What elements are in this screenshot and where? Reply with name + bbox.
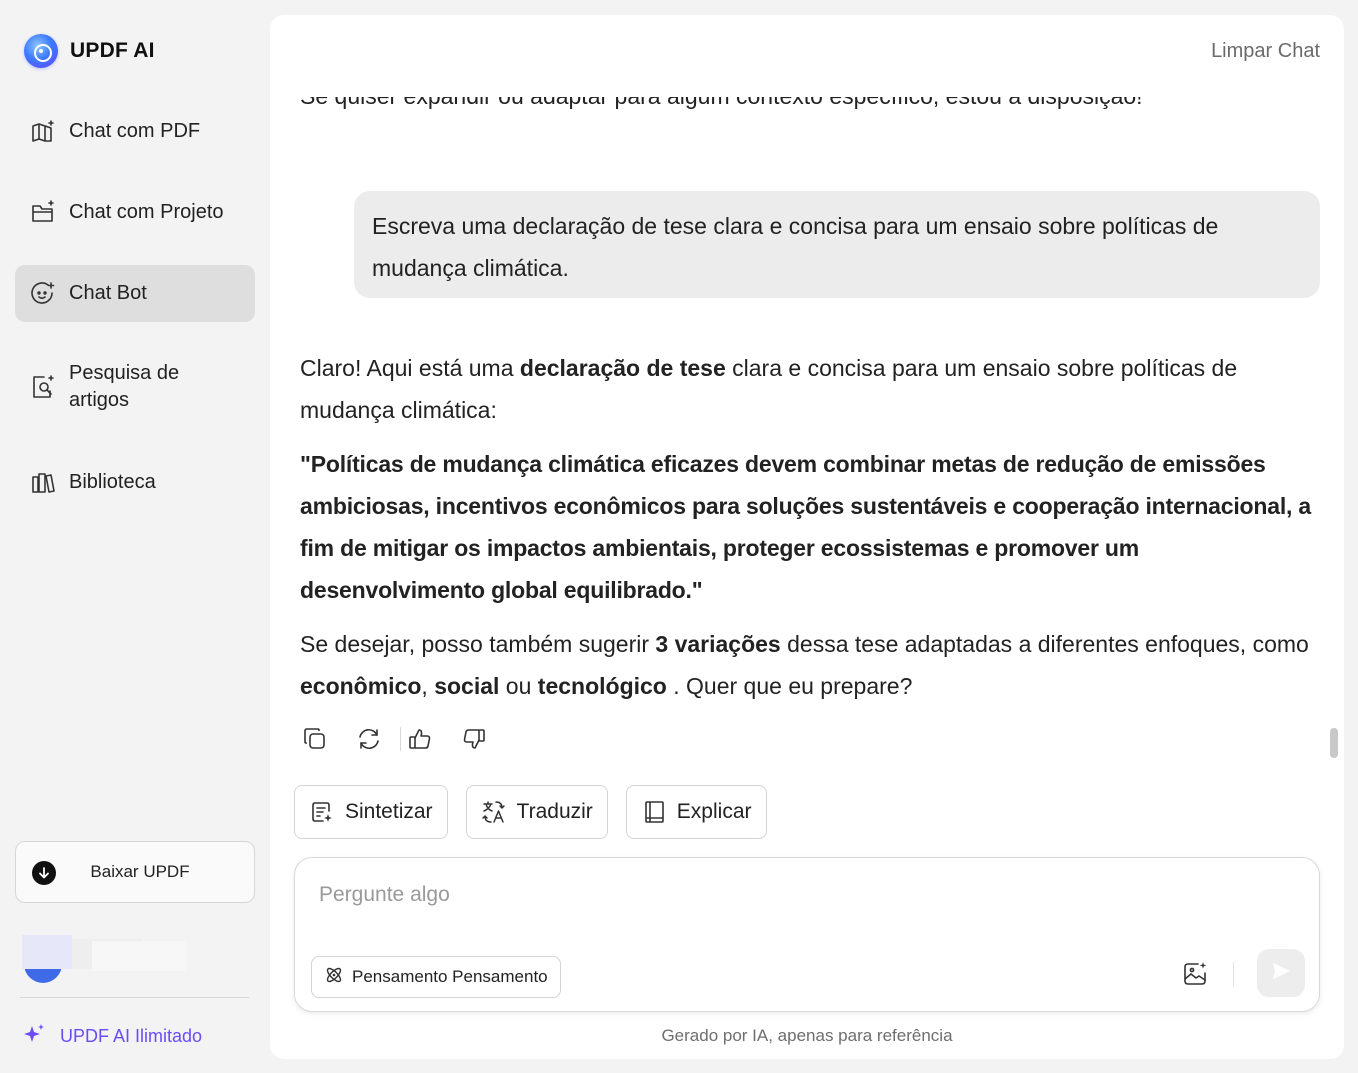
answer-text: Claro! Aqui está uma <box>300 355 520 381</box>
scrollbar-thumb[interactable] <box>1330 728 1338 758</box>
copy-icon[interactable] <box>300 724 330 754</box>
regenerate-icon[interactable] <box>354 724 384 754</box>
updf-ai-logo-icon <box>24 34 58 68</box>
redacted-user-info <box>92 941 187 971</box>
atom-icon <box>324 965 344 990</box>
chat-panel: Limpar Chat Se quiser expandir ou adapta… <box>270 15 1344 1059</box>
user-account[interactable] <box>22 935 187 983</box>
sidebar-item-pesquisa-de-artigos[interactable]: Pesquisa de artigos <box>15 346 255 428</box>
translate-label: Traduzir <box>516 800 593 823</box>
sparkle-icon <box>22 1022 46 1051</box>
book-icon <box>641 799 667 825</box>
answer-text: dessa tese adaptadas a diferentes enfoqu… <box>780 631 1309 657</box>
clear-chat-button[interactable]: Limpar Chat <box>1211 40 1320 63</box>
library-icon <box>29 469 57 497</box>
actions-divider <box>400 727 401 751</box>
answer-text: , <box>421 673 435 699</box>
updf-ai-unlimited-link[interactable]: UPDF AI Ilimitado <box>22 1022 202 1051</box>
explain-button[interactable]: Explicar <box>625 785 767 839</box>
user-message-text: Escreva uma declaração de tese clara e c… <box>372 213 1219 281</box>
user-message-bubble: Escreva uma declaração de tese clara e c… <box>354 191 1320 298</box>
sidebar-item-label: Chat Bot <box>69 282 147 304</box>
summarize-label: Sintetizar <box>345 800 433 823</box>
answer-text: Se desejar, posso também sugerir <box>300 631 656 657</box>
image-generate-icon[interactable] <box>1179 958 1211 990</box>
composer-divider <box>1233 962 1234 986</box>
thesis-statement: "Políticas de mudança climática eficazes… <box>300 451 1312 603</box>
thinking-toggle-button[interactable]: Pensamento Pensamento <box>311 956 561 998</box>
assistant-message: Claro! Aqui está uma declaração de tese … <box>300 347 1320 707</box>
sidebar: UPDF AI Chat com PDF Chat com Projeto Ch… <box>0 0 270 1073</box>
answer-text: ou <box>499 673 538 699</box>
book-sparkle-icon <box>29 118 57 146</box>
message-composer: Pensamento Pensamento <box>294 857 1320 1012</box>
send-button[interactable] <box>1257 949 1305 997</box>
sidebar-divider <box>20 997 249 998</box>
sidebar-item-label: Chat com Projeto <box>69 201 224 223</box>
answer-bold-text: econômico <box>300 673 422 699</box>
sidebar-item-chat-com-pdf[interactable]: Chat com PDF <box>15 103 255 160</box>
sidebar-item-chat-bot[interactable]: Chat Bot <box>15 265 255 322</box>
answer-bold-text: declaração de tese <box>519 355 726 381</box>
explain-label: Explicar <box>676 800 752 823</box>
sidebar-item-chat-com-projeto[interactable]: Chat com Projeto <box>15 184 255 241</box>
ask-input[interactable] <box>319 876 1219 914</box>
answer-followup: Se desejar, posso também sugerir 3 varia… <box>300 623 1320 707</box>
answer-bold-text: tecnológico <box>537 673 667 699</box>
unlimited-label: UPDF AI Ilimitado <box>60 1026 203 1046</box>
previous-message-tail: Se quiser expandir ou adaptar para algum… <box>300 97 1300 119</box>
send-icon <box>1270 960 1292 987</box>
answer-intro: Claro! Aqui está uma declaração de tese … <box>300 347 1320 431</box>
quick-actions: Sintetizar Traduzir Explicar <box>294 785 767 839</box>
answer-text: . Quer que eu prepare? <box>666 673 913 699</box>
bot-face-icon <box>29 280 57 308</box>
download-label: Baixar UPDF <box>90 862 190 881</box>
sidebar-item-label: Pesquisa de artigos <box>69 362 180 411</box>
search-document-icon <box>29 373 57 401</box>
sidebar-item-label: Chat com PDF <box>69 120 201 142</box>
message-actions <box>300 724 489 754</box>
ai-disclaimer: Gerado por IA, apenas para referência <box>661 1026 953 1045</box>
folder-sparkle-icon <box>29 199 57 227</box>
thumbs-up-icon[interactable] <box>405 724 435 754</box>
brand[interactable]: UPDF AI <box>24 34 155 68</box>
thumbs-down-icon[interactable] <box>459 724 489 754</box>
sidebar-item-biblioteca[interactable]: Biblioteca <box>15 454 255 511</box>
sidebar-item-label: Biblioteca <box>69 471 156 493</box>
answer-bold-text: social <box>434 673 500 699</box>
translate-icon <box>481 799 507 825</box>
summarize-icon <box>309 799 335 825</box>
previous-message-text: Se quiser expandir ou adaptar para algum… <box>300 97 1143 109</box>
thinking-label: Pensamento Pensamento <box>352 967 548 986</box>
answer-bold-text: 3 variações <box>655 631 781 657</box>
summarize-button[interactable]: Sintetizar <box>294 785 448 839</box>
brand-name: UPDF AI <box>70 39 155 62</box>
translate-button[interactable]: Traduzir <box>465 785 608 839</box>
download-updf-button[interactable]: Baixar UPDF <box>15 841 255 903</box>
redacted-user-info <box>22 935 72 969</box>
